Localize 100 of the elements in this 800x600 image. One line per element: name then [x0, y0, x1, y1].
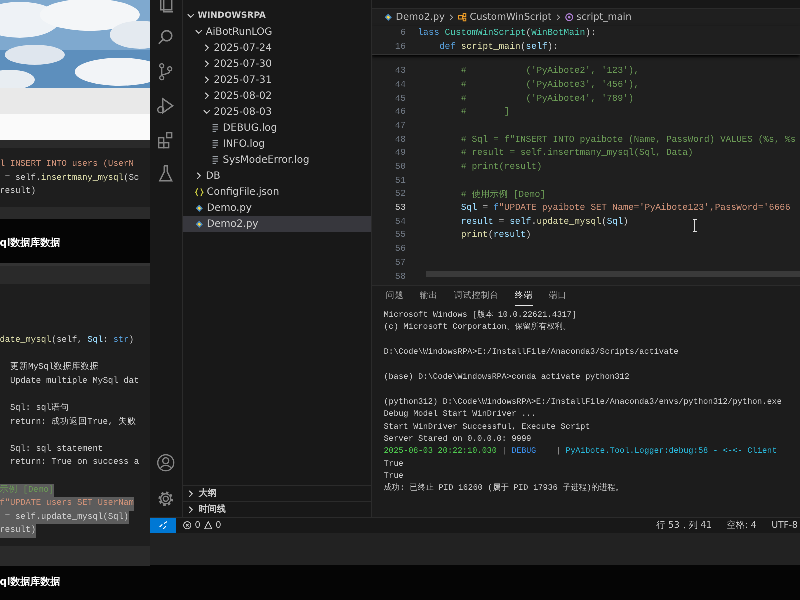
line-number: 51	[394, 176, 407, 186]
terminal-line: Debug Model Start WinDriver ...	[384, 409, 536, 422]
line-number: 56	[394, 244, 407, 254]
line-number: 45	[394, 94, 407, 104]
panel-tab[interactable]: 端口	[549, 286, 567, 306]
line-number: 52	[394, 189, 407, 200]
line-number: 43	[394, 66, 407, 76]
terminal-line: 成功: 已终止 PID 16260 (属于 PID 17936 子进程)的进程。	[384, 483, 624, 496]
code-line: # ('PyAibote3', '456'),	[460, 80, 640, 90]
code-line: # result = self.insertmany_mysql(Sql, Data)	[460, 148, 694, 158]
line-number: 48	[394, 134, 407, 145]
line-number: 47	[394, 120, 407, 131]
tree-item[interactable]: DEBUG.log	[183, 120, 371, 136]
line-number: 57	[394, 258, 407, 268]
status-item[interactable]: UTF-8	[772, 520, 798, 530]
panel-tab[interactable]: 终端	[515, 286, 533, 306]
warning-icon	[204, 521, 213, 530]
code-line: Update multiple MySql dat	[9, 374, 140, 388]
code-line: result = self.update_mysql(Sql)	[460, 216, 629, 227]
remote-button[interactable]	[150, 518, 176, 533]
chevron-icon	[195, 172, 203, 180]
python-file-icon	[384, 13, 393, 22]
chevron-icon	[554, 14, 562, 21]
terminal-line: (c) Microsoft Corporation。保留所有权利。	[384, 322, 571, 334]
terminal-line: Microsoft Windows [版本 10.0.22621.4317]	[384, 310, 577, 322]
code-line: # ]	[460, 107, 510, 118]
terminal-line: True	[384, 471, 404, 484]
tree-item[interactable]: 2025-07-24	[183, 40, 371, 56]
section-label: 大纲	[199, 487, 217, 500]
breadcrumb[interactable]: Demo2.py	[384, 12, 445, 23]
line-number: 6	[400, 28, 407, 38]
code-line: lass CustomWinScript(WinBotMain):	[418, 28, 596, 38]
tree-item[interactable]: 2025-08-03	[183, 104, 371, 120]
tree-item[interactable]: AiBotRunLOG	[183, 24, 371, 40]
code-line: # print(result)	[460, 162, 542, 172]
text-cursor-icon	[692, 218, 698, 234]
line-number: 49	[394, 148, 407, 158]
section-label: 时间线	[199, 503, 226, 516]
tree-item[interactable]: 2025-07-31	[183, 72, 371, 88]
class-icon	[458, 13, 467, 22]
breadcrumb[interactable]: script_main	[564, 12, 632, 23]
terminal-line: 2025-08-03 20:22:10.030 | DEBUG | PyAibote.Tool.Logger:debug:58 - <-<- Client	[384, 446, 778, 458]
tree-item[interactable]: INFO.log	[183, 136, 371, 152]
code-line: return: 成功返回True, 失败	[9, 416, 137, 429]
code-line: result)	[0, 185, 36, 198]
terminal-line: (base) D:\Code\WindowsRPA>conda activate python312	[384, 372, 630, 384]
code-line: def script_main(self):	[438, 42, 558, 52]
code-line: = self.insertmany_mysql(Sc	[4, 172, 140, 185]
line-number: 54	[394, 216, 407, 227]
tree-item[interactable]: SysModeError.log	[183, 152, 371, 168]
panel-section-header[interactable]: 大纲	[183, 485, 371, 501]
tree-item[interactable]: 2025-08-02	[183, 88, 371, 104]
warning-count[interactable]: 0	[216, 520, 222, 530]
terminal-line: Start WinDriver Successful, Execute Script	[384, 422, 590, 434]
code-line: 更新MySql数据库数据	[9, 361, 100, 374]
panel-tab[interactable]: 问题	[386, 286, 404, 306]
status-item[interactable]: 行 53，列 41	[656, 519, 712, 532]
flask-icon[interactable]	[156, 164, 176, 184]
section-heading: ql数据库数据	[0, 238, 61, 249]
tree-item[interactable]: 2025-07-30	[183, 56, 371, 72]
method-icon	[564, 13, 574, 22]
run-debug-icon[interactable]	[156, 96, 176, 116]
tree-item[interactable]: DB	[183, 168, 371, 184]
code-line: date_mysql(self, Sql: str)	[0, 334, 134, 347]
panel-tab[interactable]: 输出	[420, 286, 438, 306]
code-line: return: True on success a	[9, 456, 140, 470]
scrollbar[interactable]	[426, 271, 800, 277]
text-file-icon	[211, 124, 220, 132]
code-line: # ('PyAibote4', '789')	[460, 94, 634, 104]
terminal-line: (python312) D:\Code\WindowsRPA>E:/InstallFile/Anaconda3/envs/python312/python.exe	[384, 396, 782, 409]
code-line: print(result)	[460, 230, 532, 240]
breadcrumb[interactable]: CustomWinScript	[458, 12, 552, 23]
section-heading: ql数据库数据	[0, 577, 61, 588]
error-icon	[183, 521, 192, 530]
settings-icon[interactable]	[156, 489, 176, 509]
text-file-icon	[211, 140, 220, 148]
terminal-line: True	[384, 458, 404, 471]
line-number: 50	[394, 162, 407, 172]
line-number: 46	[394, 107, 407, 118]
code-line: # Sql = f"INSERT INTO pyaibote (Name, PassWord) VALUES (%s, %s	[460, 134, 796, 145]
tree-item[interactable]: Demo.py	[183, 200, 371, 216]
line-number: 55	[394, 230, 407, 240]
line-number: 16	[394, 42, 407, 52]
line-number: 44	[394, 80, 407, 90]
braces-icon	[195, 188, 204, 196]
line-number: 58	[394, 272, 407, 282]
chevron-icon	[448, 14, 455, 21]
code-line: # 使用示例 [Demo]	[460, 188, 546, 201]
tree-item[interactable]: ConfigFile.json	[183, 184, 371, 200]
code-line: l INSERT INTO users (UserN	[0, 158, 134, 171]
tree-item[interactable]: Demo2.py	[183, 216, 371, 232]
account-icon[interactable]	[156, 453, 176, 473]
code-line: # ('PyAibote2', '123'),	[460, 66, 640, 76]
remote-icon	[158, 521, 168, 530]
tree-item[interactable]: WINDOWSRPA	[183, 8, 371, 24]
error-count[interactable]: 0	[195, 520, 201, 530]
python-file-icon	[195, 220, 204, 228]
code-line: Sql: sql语句	[9, 402, 70, 415]
status-item[interactable]: 空格: 4	[727, 519, 757, 532]
panel-tab[interactable]: 调试控制台	[454, 286, 499, 306]
